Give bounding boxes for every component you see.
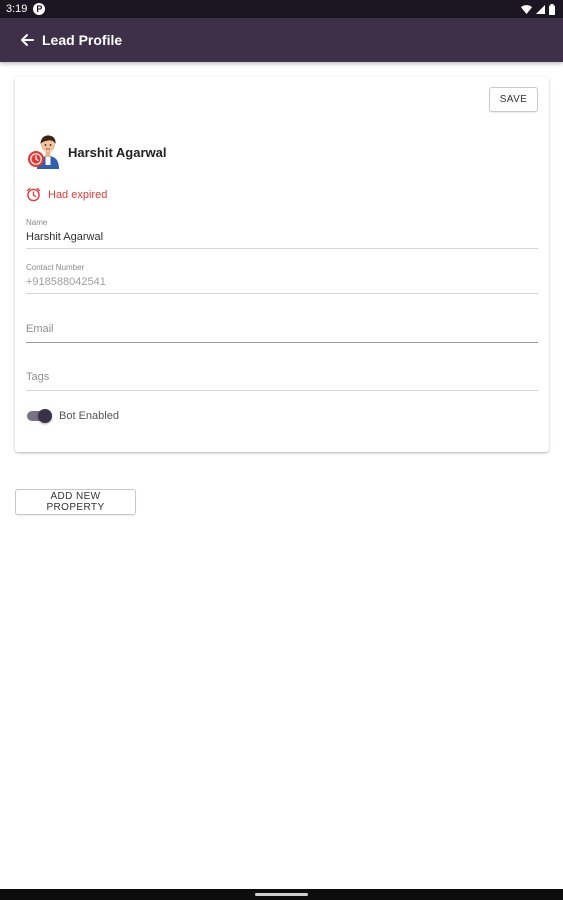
profile-header: Harshit Agarwal (27, 135, 167, 169)
app-bar: Lead Profile (0, 18, 563, 62)
status-time: 3:19 (6, 3, 28, 15)
contact-number-value[interactable]: +918588042541 (26, 276, 538, 288)
contact-number-field[interactable]: Contact Number +918588042541 (26, 263, 538, 294)
contact-number-label: Contact Number (26, 263, 85, 272)
navigation-bar (0, 889, 563, 900)
name-field-value[interactable]: Harshit Agarwal (26, 231, 538, 243)
email-field[interactable]: Email (26, 323, 538, 343)
expiry-status: Had expired (26, 187, 107, 202)
name-field-label: Name (26, 218, 48, 227)
status-bar: 3:19 P (0, 0, 563, 18)
tags-underline (26, 390, 538, 391)
add-new-property-button[interactable]: ADD NEW PROPERTY (15, 489, 136, 515)
profile-name: Harshit Agarwal (68, 144, 167, 160)
save-button[interactable]: SAVE (489, 87, 538, 112)
bot-enabled-toggle[interactable] (26, 409, 53, 423)
wifi-icon (521, 4, 532, 14)
status-left: 3:19 P (6, 3, 46, 15)
status-right (521, 3, 555, 15)
app-notification-icon: P (33, 3, 46, 15)
page-title: Lead Profile (42, 32, 123, 48)
expiry-status-text: Had expired (48, 188, 108, 201)
alarm-clock-icon (26, 187, 41, 202)
tags-field[interactable]: Tags (26, 371, 538, 391)
bot-enabled-row: Bot Enabled (26, 409, 119, 423)
tags-placeholder[interactable]: Tags (26, 371, 538, 383)
toggle-thumb (38, 409, 52, 423)
signal-icon (536, 4, 545, 14)
home-gesture-handle[interactable] (255, 893, 308, 896)
arrow-left-icon (21, 34, 34, 46)
bot-enabled-label: Bot Enabled (59, 410, 119, 422)
email-underline (26, 342, 538, 343)
contact-number-underline (26, 293, 538, 294)
avatar (27, 135, 61, 169)
email-placeholder[interactable]: Email (26, 323, 538, 335)
name-field-underline (26, 248, 538, 249)
battery-icon (549, 3, 555, 15)
avatar-icon (28, 135, 59, 169)
name-field[interactable]: Name Harshit Agarwal (26, 218, 538, 249)
lead-profile-card: SAVE Harshit Agarwal Had expired Name Ha… (15, 77, 549, 452)
back-button[interactable] (18, 31, 36, 49)
